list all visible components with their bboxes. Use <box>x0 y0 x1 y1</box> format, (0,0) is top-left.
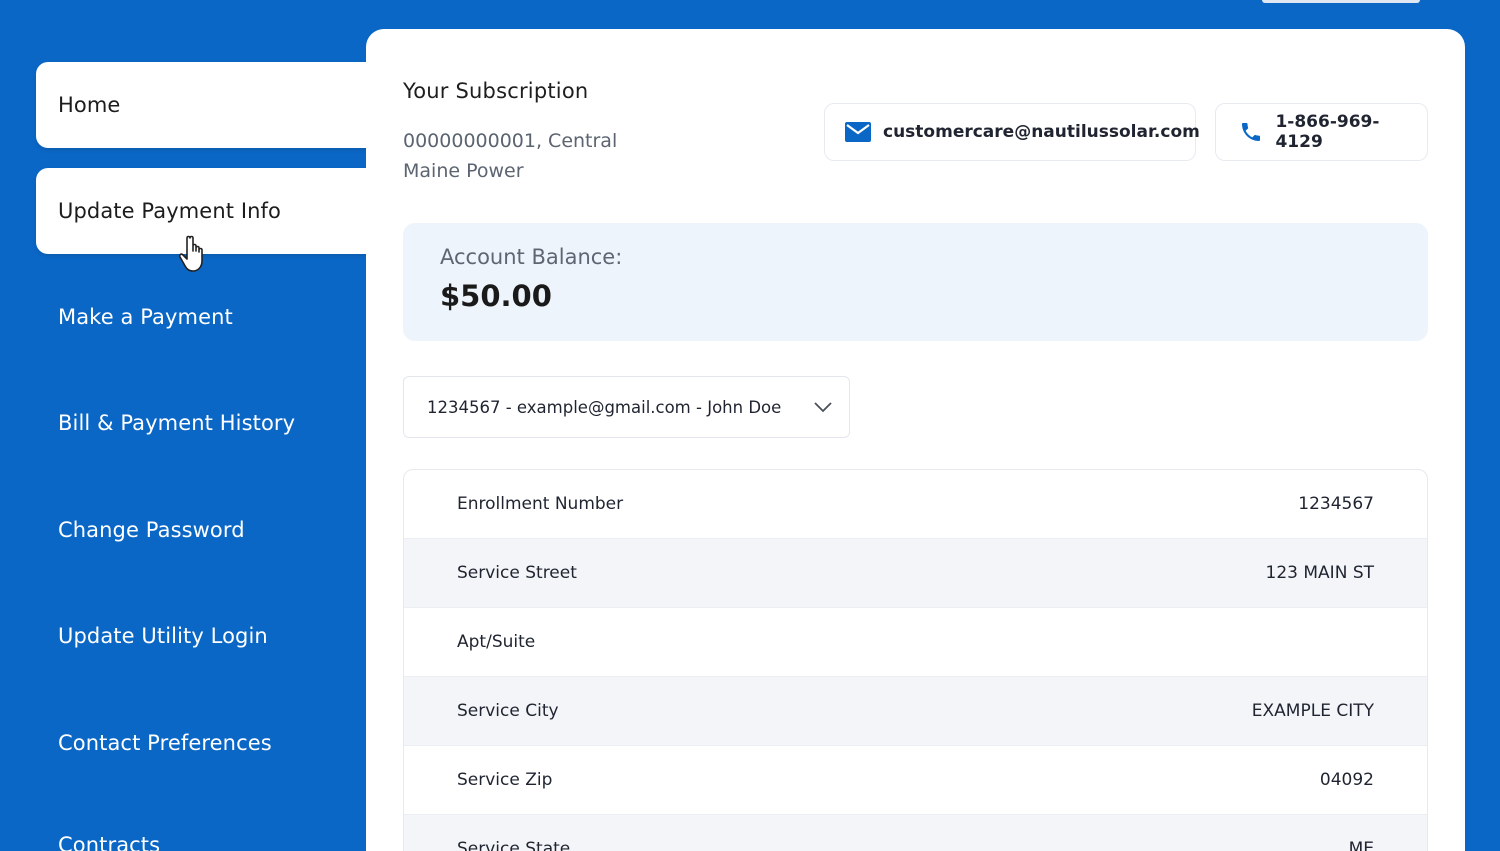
sidebar-item-change-password[interactable]: Change Password <box>36 487 376 573</box>
sidebar: Home Update Payment Info Make a Payment … <box>0 0 376 851</box>
sidebar-item-contracts[interactable]: Contracts <box>36 802 376 851</box>
table-row: Service Street 123 MAIN ST <box>404 539 1427 608</box>
row-label: Enrollment Number <box>457 494 624 514</box>
email-contact-link[interactable]: customercare@nautilussolar.com <box>824 103 1200 161</box>
app-window: Home Update Payment Info Make a Payment … <box>0 0 1500 851</box>
sidebar-item-contact-preferences[interactable]: Contact Preferences <box>36 700 376 786</box>
sidebar-item-label: Bill & Payment History <box>58 411 296 435</box>
sidebar-item-home[interactable]: Home <box>36 62 376 148</box>
sidebar-item-label: Contracts <box>58 833 161 851</box>
subscription-title: Your Subscription <box>403 79 589 103</box>
row-value: 123 MAIN ST <box>1265 563 1374 583</box>
account-balance-card: Account Balance: $50.00 <box>403 223 1428 341</box>
row-value: EXAMPLE CITY <box>1251 701 1374 721</box>
sidebar-item-label: Home <box>58 93 121 117</box>
phone-number: 1-866-969-4129 <box>1275 112 1380 152</box>
table-row: Enrollment Number 1234567 <box>404 470 1427 539</box>
row-value: 04092 <box>1319 770 1374 790</box>
row-label: Service Zip <box>457 770 553 790</box>
sidebar-item-label: Update Utility Login <box>58 624 268 648</box>
email-address: customercare@nautilussolar.com <box>883 122 1200 142</box>
table-row: Service State ME <box>404 815 1427 851</box>
account-balance-value: $50.00 <box>440 279 552 313</box>
row-label: Service State <box>457 839 571 851</box>
chevron-down-icon <box>813 399 833 413</box>
sidebar-item-label: Change Password <box>58 518 245 542</box>
row-label: Apt/Suite <box>457 632 536 652</box>
top-strip <box>1262 0 1420 3</box>
row-value: ME <box>1348 839 1374 851</box>
hand-cursor-icon <box>175 234 209 274</box>
row-value: 1234567 <box>1298 494 1374 514</box>
sidebar-item-make-a-payment[interactable]: Make a Payment <box>36 274 376 360</box>
enrollment-details-table: Enrollment Number 1234567 Service Street… <box>403 469 1428 851</box>
phone-icon <box>1238 118 1263 146</box>
table-row: Service Zip 04092 <box>404 746 1427 815</box>
row-label: Service Street <box>457 563 577 583</box>
sidebar-item-bill-payment-history[interactable]: Bill & Payment History <box>36 380 376 466</box>
account-selector-dropdown[interactable]: 1234567 - example@gmail.com - John Doe <box>403 376 850 438</box>
row-label: Service City <box>457 701 559 721</box>
account-balance-label: Account Balance: <box>440 245 623 269</box>
main-panel: Your Subscription 00000000001, Central M… <box>366 29 1465 851</box>
sidebar-item-update-utility-login[interactable]: Update Utility Login <box>36 593 376 679</box>
subscription-detail: 00000000001, Central Maine Power <box>403 130 618 182</box>
table-row: Service City EXAMPLE CITY <box>404 677 1427 746</box>
sidebar-item-label: Make a Payment <box>58 305 233 329</box>
table-row: Apt/Suite <box>404 608 1427 677</box>
account-selector-value: 1234567 - example@gmail.com - John Doe <box>427 397 782 417</box>
phone-contact-link[interactable]: 1-866-969-4129 <box>1215 103 1428 161</box>
sidebar-item-label: Contact Preferences <box>58 731 272 755</box>
sidebar-item-label: Update Payment Info <box>58 199 281 223</box>
mail-icon <box>845 118 871 146</box>
